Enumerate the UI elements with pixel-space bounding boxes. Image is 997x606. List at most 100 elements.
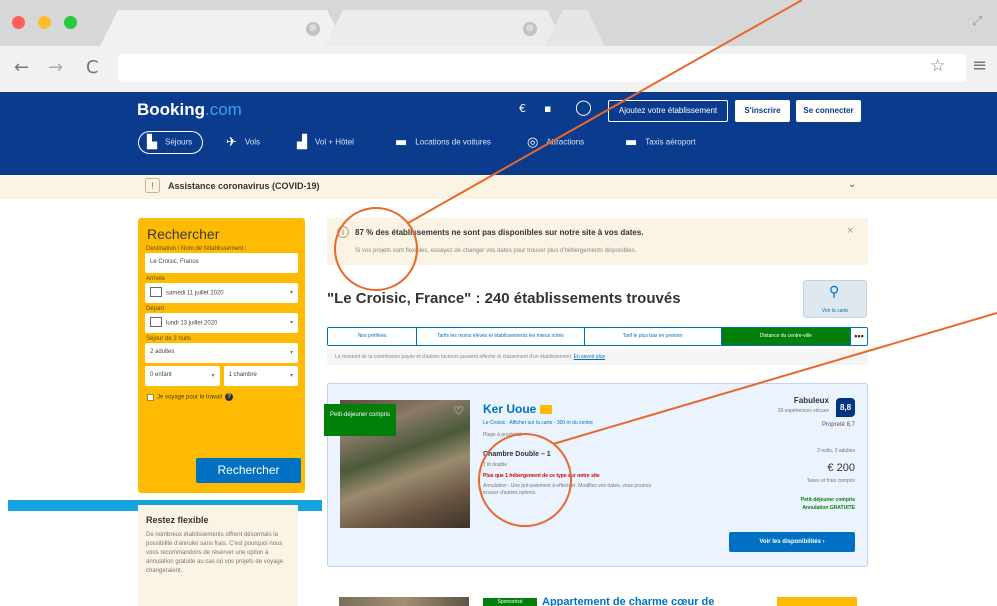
close-window-dot[interactable] xyxy=(12,16,25,29)
price: € 200 xyxy=(827,462,855,474)
chevron-down-icon: ▾ xyxy=(289,372,293,379)
see-availability-button[interactable]: Voir les disponibilités › xyxy=(729,532,855,552)
rooms-select[interactable]: 1 chambre ▾ xyxy=(223,366,298,386)
sign-in-button[interactable]: Se connecter xyxy=(796,100,861,122)
destination-value: Le Croisic, France xyxy=(150,259,199,265)
alert-subtitle: Si vos projets sont flexibles, essayez d… xyxy=(355,248,637,254)
duration-label: Séjour de 2 nuits xyxy=(146,336,192,342)
property-card[interactable]: ♡ Petit-déjeuner compris Ker Uoue Le Cro… xyxy=(324,383,868,567)
adults-select[interactable]: 2 adultes ▾ xyxy=(145,343,298,363)
search-options-row: 0 enfant ▾ 1 chambre ▾ xyxy=(145,366,298,389)
taxi-icon: ▬ xyxy=(625,135,638,150)
covid-banner[interactable]: ! Assistance coronavirus (COVID-19) ⌄ xyxy=(0,175,997,199)
nav-flights[interactable]: ✈ Vols xyxy=(226,135,260,150)
sort-tabs: Nos préférés Tarifs les moins élevés et … xyxy=(327,327,868,346)
sort-tab-lowest-price[interactable]: Tarif le plus bas en premier xyxy=(584,328,722,345)
free-cancellation-text: Annulation GRATUITE xyxy=(802,505,855,511)
work-trip-checkbox[interactable]: Je voyage pour le travail? xyxy=(147,393,298,401)
minimize-window-dot[interactable] xyxy=(38,16,51,29)
search-submit-button[interactable]: Rechercher xyxy=(196,458,301,483)
booking-logo[interactable]: Booking.com xyxy=(137,100,242,120)
nav-airport-taxis[interactable]: ▬ Taxis aéroport xyxy=(625,135,696,150)
chevron-down-icon: ▾ xyxy=(289,349,293,356)
destination-input[interactable]: Le Croisic, France xyxy=(145,253,298,273)
room-beds: 1 lit double xyxy=(483,462,508,468)
sort-tab-our-picks[interactable]: Nos préférés xyxy=(328,328,418,345)
menu-icon[interactable]: ≡ xyxy=(972,55,987,76)
search-panel-title: Rechercher xyxy=(147,226,220,242)
property-name[interactable]: Appartement de charme cœur de xyxy=(542,596,714,606)
checkin-value: samedi 11 juillet 2020 xyxy=(166,290,224,297)
breakfast-badge: Petit-déjeuner compris xyxy=(324,404,396,436)
screenshot: ⊗ ⊗ ⤢ ← → C ☆ ≡ Booking.com € ▪ ◯ Ajoute… xyxy=(0,0,997,606)
forward-icon[interactable]: → xyxy=(48,57,63,78)
nav-attractions-label: Attractions xyxy=(546,137,585,147)
currency-icon[interactable]: € xyxy=(519,102,526,115)
rating-star-icon xyxy=(540,405,553,415)
add-property-button[interactable]: Ajoutez votre établissement xyxy=(608,100,728,122)
adults-value: 2 adultes xyxy=(150,349,175,355)
help-icon[interactable]: ? xyxy=(225,393,234,401)
heart-icon[interactable]: ♡ xyxy=(453,404,464,418)
nav-car-rental[interactable]: ▬ Locations de voitures xyxy=(395,135,491,150)
ranking-link[interactable]: En savoir plus xyxy=(574,354,605,360)
checkout-label: Départ xyxy=(146,306,165,312)
property-distance: Plage à proximité xyxy=(483,432,522,438)
show-on-map-button[interactable]: ⚲ Voir la carte xyxy=(803,280,867,318)
chevron-down-icon: ▾ xyxy=(289,289,293,296)
new-tab-button[interactable] xyxy=(545,10,605,46)
property-name-text[interactable]: Ker Uoue xyxy=(483,402,536,416)
chevron-down-icon[interactable]: ⌄ xyxy=(848,179,856,190)
property-name[interactable]: Ker Uoue xyxy=(483,402,553,416)
children-value: 0 enfant xyxy=(150,372,172,378)
flexible-title: Restez flexible xyxy=(146,515,209,525)
sponsored-badge: Sponsorisé xyxy=(483,598,537,606)
sort-tab-distance[interactable]: Distance du centre-ville xyxy=(721,328,851,345)
free-cancellation: Petit-déjeuner compris Annulation GRATUIT… xyxy=(801,496,855,512)
sort-tab-best-rated[interactable]: Tarifs les moins élevés et établissement… xyxy=(417,328,585,345)
sort-more-button[interactable]: ••• xyxy=(851,328,867,345)
checkout-date-field[interactable]: lundi 13 juillet 2020 ▾ xyxy=(145,313,298,333)
browser-tab[interactable]: ⊗ xyxy=(325,10,565,46)
children-select[interactable]: 0 enfant ▾ xyxy=(145,366,220,386)
flight-hotel-icon: ▟ xyxy=(297,135,307,150)
browser-toolbar: ← → C ☆ ≡ xyxy=(0,46,997,94)
attractions-icon: ◎ xyxy=(527,135,539,150)
nav-flight-hotel[interactable]: ▟ Vol + Hôtel xyxy=(297,135,354,150)
language-flag-icon[interactable]: ▪ xyxy=(544,102,551,115)
checkbox[interactable] xyxy=(147,393,154,401)
register-button[interactable]: S'inscrire xyxy=(735,100,790,122)
expand-icon[interactable]: ⤢ xyxy=(972,14,982,29)
calendar-icon xyxy=(150,317,162,327)
site-header: Booking.com € ▪ ◯ Ajoutez votre établiss… xyxy=(0,92,997,175)
car-icon: ▬ xyxy=(395,135,408,150)
back-icon[interactable]: ← xyxy=(14,57,29,78)
property-location[interactable]: Le Croisic · Afficher sur la carte · 300… xyxy=(483,420,593,426)
bookmark-star-icon[interactable]: ☆ xyxy=(930,56,945,76)
nav-car-rental-label: Locations de voitures xyxy=(415,137,491,147)
browser-tab-bar: ⊗ ⊗ ⤢ xyxy=(0,0,997,46)
checkin-date-field[interactable]: samedi 11 juillet 2020 ▾ xyxy=(145,283,298,303)
calendar-icon xyxy=(150,287,162,297)
results-heading: "Le Croisic, France" : 240 établissement… xyxy=(327,290,681,307)
address-bar[interactable]: ☆ xyxy=(118,54,966,82)
nav-flight-hotel-label: Vol + Hôtel xyxy=(315,137,354,147)
review-score-word: Fabuleux xyxy=(793,396,829,405)
property-photo[interactable] xyxy=(339,597,469,606)
reload-icon[interactable]: C xyxy=(86,57,99,78)
nav-attractions[interactable]: ◎ Attractions xyxy=(527,135,584,150)
nav-airport-taxis-label: Taxis aéroport xyxy=(645,137,696,147)
nav-flights-label: Vols xyxy=(244,137,261,147)
alert-title: 87 % des établissements ne sont pas disp… xyxy=(355,228,644,237)
zoom-window-dot[interactable] xyxy=(64,16,77,29)
availability-alert: i 87 % des établissements ne sont pas di… xyxy=(327,218,868,265)
nav-stays[interactable]: ▙ Séjours xyxy=(138,131,204,154)
close-icon[interactable]: × xyxy=(846,226,854,236)
work-trip-label: Je voyage pour le travail xyxy=(157,394,223,401)
chevron-down-icon: ▾ xyxy=(289,319,293,326)
price-nights: 2 nuits, 2 adultes xyxy=(817,448,855,454)
help-icon[interactable]: ◯ xyxy=(575,98,592,116)
browser-tab-active[interactable]: ⊗ xyxy=(100,10,345,46)
tab-close-icon[interactable]: ⊗ xyxy=(306,22,320,36)
tab-close-icon[interactable]: ⊗ xyxy=(523,22,537,36)
